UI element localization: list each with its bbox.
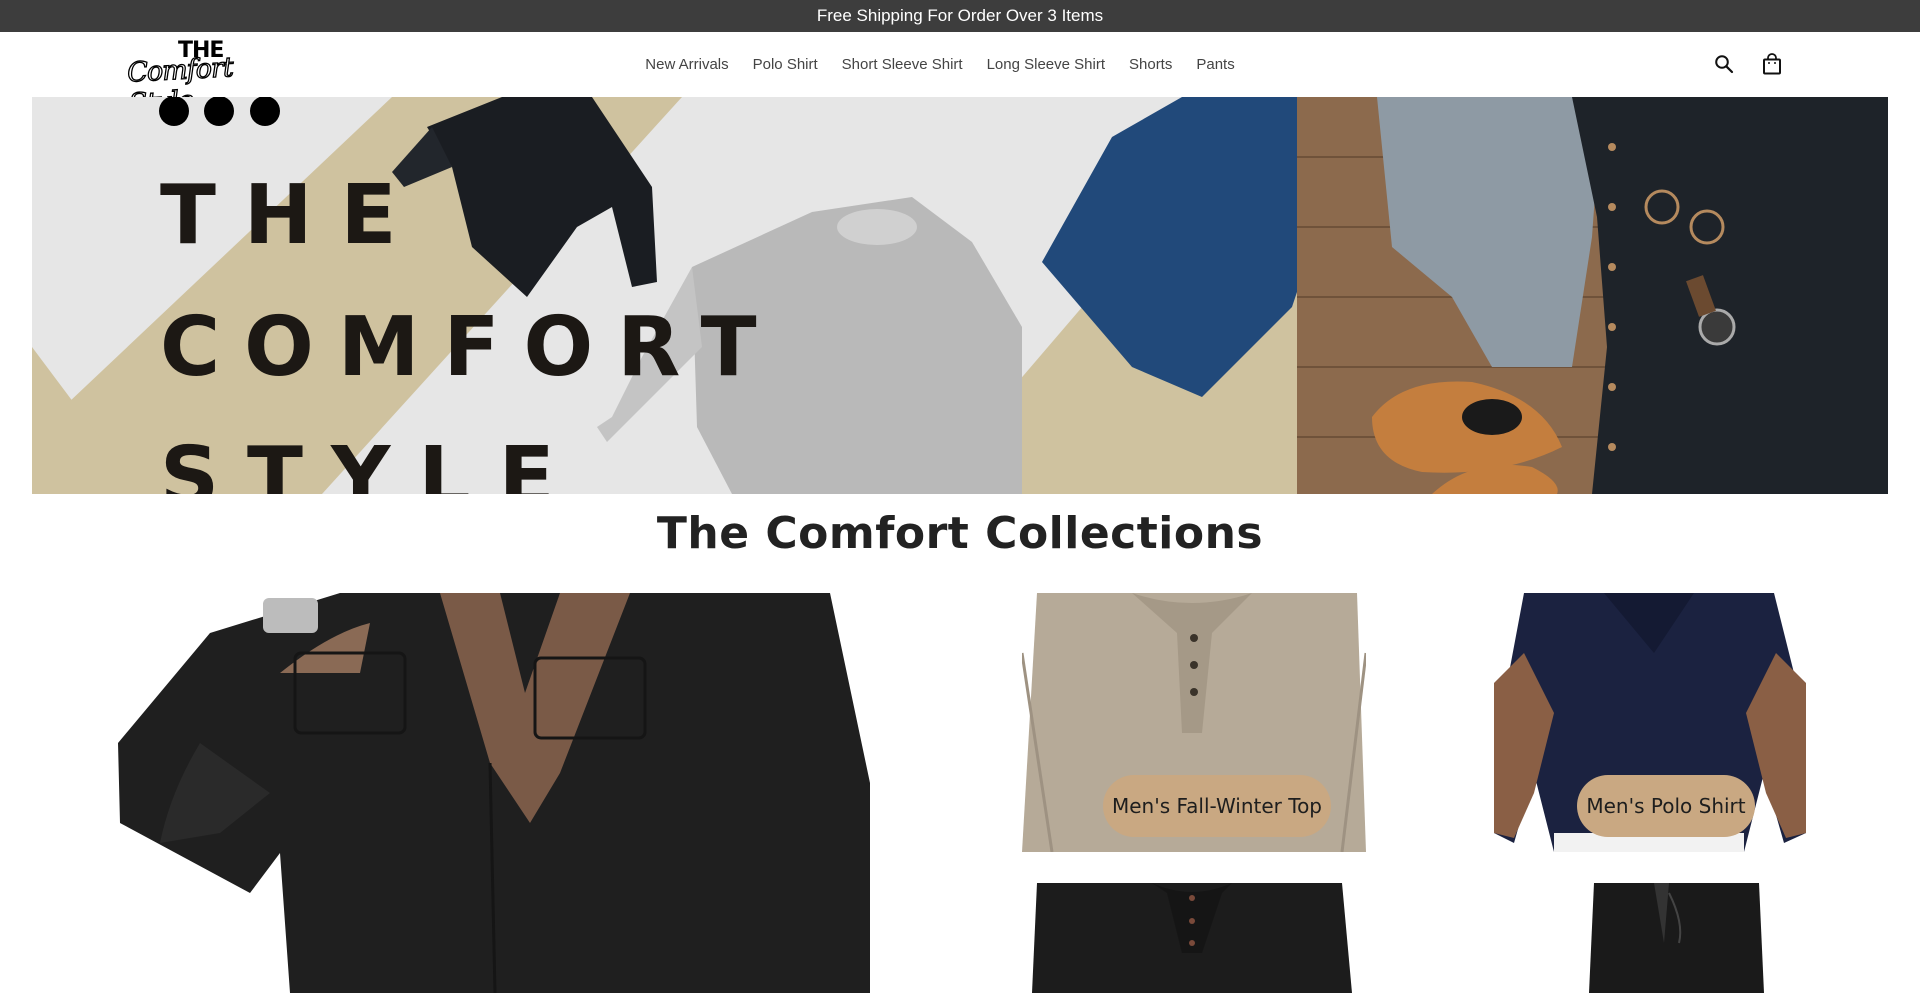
black-tee-image (1032, 883, 1352, 993)
collection-card-pants[interactable] (1494, 883, 1806, 993)
nav-short-sleeve-shirt[interactable]: Short Sleeve Shirt (842, 56, 963, 73)
collection-card-black-shirt[interactable] (110, 593, 880, 993)
hero-title-line-3: STYLE (160, 430, 583, 495)
black-shirt-image (118, 593, 870, 993)
announcement-bar: Free Shipping For Order Over 3 Items (0, 0, 1920, 32)
hero-banner[interactable]: THE COMFORT STYLE (32, 97, 1888, 494)
search-button[interactable] (1712, 52, 1736, 76)
nav-shorts[interactable]: Shorts (1129, 56, 1172, 73)
collection-card-fall-winter-top[interactable]: Men's Fall-Winter Top (1022, 593, 1366, 852)
site-logo[interactable]: THE Comfort Style (126, 38, 268, 120)
shopping-bag-icon (1763, 53, 1781, 75)
cart-button[interactable] (1760, 52, 1784, 76)
collection-card-polo-shirt[interactable]: Men's Polo Shirt (1494, 593, 1806, 852)
main-nav: New Arrivals Polo Shirt Short Sleeve Shi… (0, 32, 1920, 97)
search-icon (1715, 55, 1734, 74)
nav-polo-shirt[interactable]: Polo Shirt (753, 56, 818, 73)
collections-title: The Comfort Collections (656, 508, 1264, 559)
nav-pants[interactable]: Pants (1196, 56, 1234, 73)
nav-new-arrivals[interactable]: New Arrivals (645, 56, 728, 73)
announcement-text: Free Shipping For Order Over 3 Items (816, 6, 1104, 25)
nav-long-sleeve-shirt[interactable]: Long Sleeve Shirt (987, 56, 1105, 73)
site-header: THE Comfort Style New Arrivals Polo Shir… (0, 32, 1920, 120)
hero-title-line-2: COMFORT (160, 300, 781, 395)
fall-winter-top-label[interactable]: Men's Fall-Winter Top (1103, 775, 1331, 837)
hero-title-line-1: THE (160, 168, 425, 263)
polo-shirt-label[interactable]: Men's Polo Shirt (1577, 775, 1755, 837)
collection-card-black-tee[interactable] (1022, 883, 1366, 993)
black-pants-image (1589, 883, 1764, 993)
